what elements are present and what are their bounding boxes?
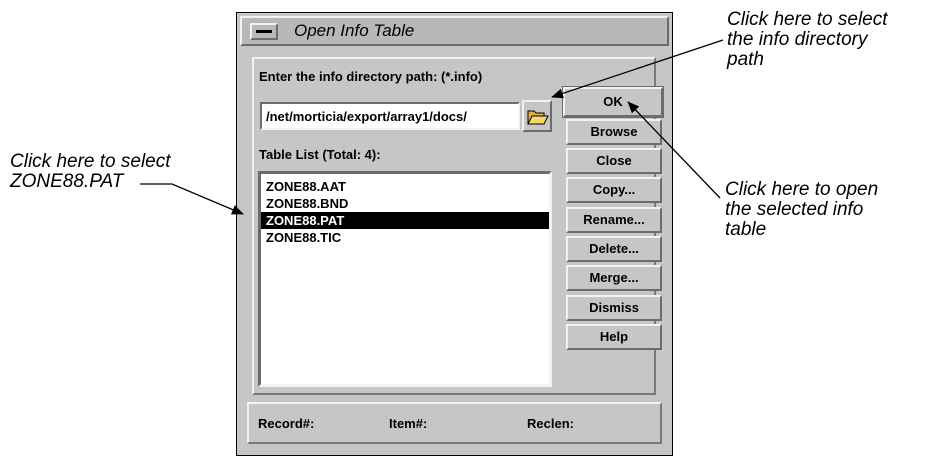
path-label: Enter the info directory path: (*.info) (259, 69, 483, 84)
directory-path-input[interactable] (260, 102, 520, 130)
list-item[interactable]: ZONE88.BND (261, 195, 549, 212)
ok-button[interactable]: OK (562, 86, 664, 118)
list-item[interactable]: ZONE88.AAT (261, 178, 549, 195)
record-label: Record#: (258, 416, 315, 431)
reclen-label: Reclen: (527, 416, 574, 431)
dialog-title: Open Info Table (294, 21, 415, 40)
list-item[interactable]: ZONE88.PAT (261, 212, 549, 229)
dismiss-button[interactable]: Dismiss (566, 295, 662, 321)
browse-button[interactable]: Browse (566, 119, 662, 145)
callout-open-table: Click here to open the selected info tab… (725, 179, 879, 240)
list-item[interactable]: ZONE88.TIC (261, 229, 549, 246)
status-bar: Record#: Item#: Reclen: (247, 402, 662, 444)
table-list[interactable]: ZONE88.AAT ZONE88.BND ZONE88.PAT ZONE88.TIC (258, 171, 552, 387)
item-label: Item#: (389, 416, 428, 431)
rename-button[interactable]: Rename... (566, 207, 662, 233)
table-list-label: Table List (Total: 4): (259, 147, 381, 162)
open-info-table-dialog: Open Info Table Enter the info directory… (236, 12, 673, 456)
callout-select-file: Click here to select ZONE88.PAT (10, 151, 171, 192)
callout-select-directory: Click here to select the info directory … (727, 9, 888, 70)
folder-open-icon (527, 110, 549, 125)
merge-button[interactable]: Merge... (566, 265, 662, 291)
close-button[interactable]: Close (566, 148, 662, 174)
delete-button[interactable]: Delete... (566, 236, 662, 262)
title-bar: Open Info Table (240, 16, 669, 46)
help-button[interactable]: Help (566, 324, 662, 350)
window-menu-icon[interactable] (250, 23, 278, 40)
copy-button[interactable]: Copy... (566, 177, 662, 203)
browse-folder-button[interactable] (522, 100, 552, 132)
